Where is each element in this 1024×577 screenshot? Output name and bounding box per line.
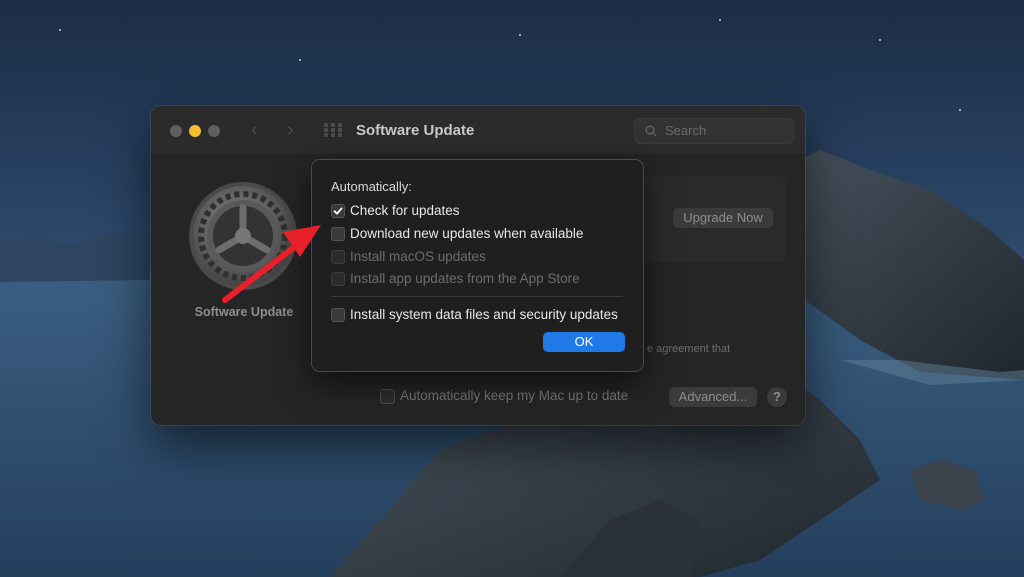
annotation-arrow-icon xyxy=(222,225,321,303)
